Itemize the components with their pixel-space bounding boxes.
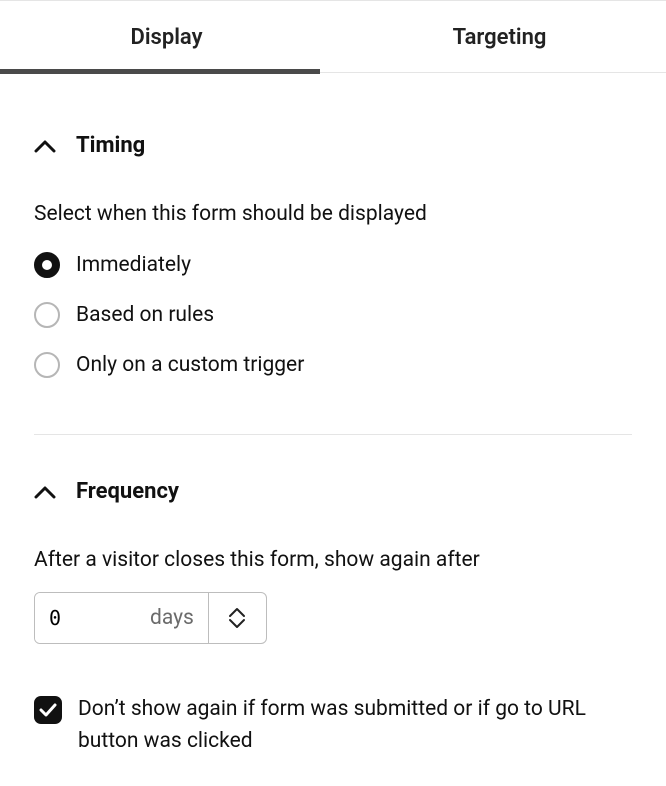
dont-show-again-label: Don’t show again if form was submitted o…: [78, 694, 632, 757]
radio-immediately[interactable]: Immediately: [34, 252, 632, 278]
check-icon: [39, 703, 57, 717]
chevron-up-icon: [228, 607, 246, 618]
section-title-timing: Timing: [76, 133, 145, 158]
radio-based-on-rules[interactable]: Based on rules: [34, 302, 632, 328]
dont-show-again-row: Don’t show again if form was submitted o…: [34, 694, 632, 757]
tab-display[interactable]: Display: [0, 1, 333, 72]
section-title-frequency: Frequency: [76, 479, 179, 504]
frequency-number-field: days: [34, 592, 267, 644]
radio-label: Based on rules: [76, 303, 214, 327]
tabs-bar: Display Targeting: [0, 0, 666, 73]
radio-label: Immediately: [76, 253, 191, 277]
active-tab-underline: [0, 69, 320, 74]
frequency-stepper[interactable]: [208, 593, 266, 643]
timing-radio-group: Immediately Based on rules Only on a cus…: [34, 252, 632, 378]
radio-button-icon: [34, 302, 60, 328]
section-header-timing[interactable]: Timing: [34, 133, 632, 158]
section-divider: [34, 434, 632, 435]
timing-description: Select when this form should be displaye…: [34, 202, 632, 226]
frequency-unit-label: days: [150, 593, 208, 643]
radio-button-icon: [34, 352, 60, 378]
section-header-frequency[interactable]: Frequency: [34, 479, 632, 504]
chevron-up-icon: [34, 139, 56, 153]
tab-targeting[interactable]: Targeting: [333, 1, 666, 72]
chevron-down-icon: [228, 618, 246, 629]
chevron-up-icon: [34, 485, 56, 499]
radio-button-icon: [34, 252, 60, 278]
dont-show-again-checkbox[interactable]: [34, 696, 62, 724]
radio-custom-trigger[interactable]: Only on a custom trigger: [34, 352, 632, 378]
radio-label: Only on a custom trigger: [76, 353, 304, 377]
frequency-description: After a visitor closes this form, show a…: [34, 548, 632, 572]
frequency-value-input[interactable]: [35, 593, 150, 643]
